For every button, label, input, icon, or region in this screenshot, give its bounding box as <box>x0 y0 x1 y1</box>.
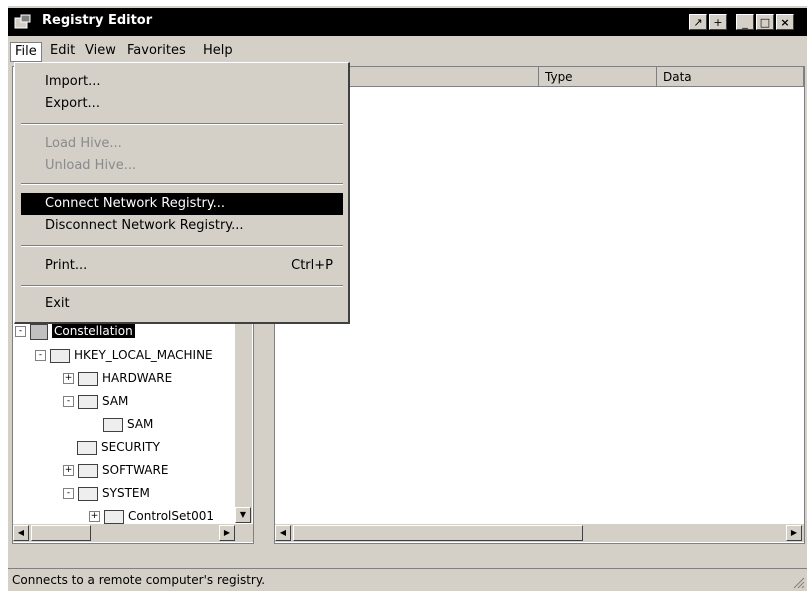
expander-icon[interactable]: - <box>63 488 74 499</box>
folder-icon <box>50 348 70 363</box>
menu-separator <box>21 245 343 247</box>
status-bar: Connects to a remote computer's registry… <box>8 568 807 591</box>
folder-icon <box>104 509 124 524</box>
menu-print-shortcut: Ctrl+P <box>291 258 333 273</box>
folder-icon <box>78 486 98 501</box>
list-horizontal-scrollbar[interactable]: ◀ ▶ <box>275 524 804 542</box>
menu-print[interactable]: Print... Ctrl+P <box>21 255 343 277</box>
menu-file[interactable]: File <box>10 42 42 62</box>
restore-icon-button[interactable]: ↗ <box>689 14 707 30</box>
tree-horizontal-scrollbar[interactable]: ◀ ▶ <box>13 524 253 542</box>
folder-icon <box>78 371 98 386</box>
menu-view[interactable]: View <box>81 42 120 60</box>
menu-favorites[interactable]: Favorites <box>123 42 190 60</box>
tree-node[interactable]: + ControlSet001 <box>89 506 214 526</box>
tree-node-label: SAM <box>127 417 154 431</box>
title-bar[interactable]: Registry Editor ↗ + _ □ × <box>8 8 807 36</box>
maximize-button[interactable]: □ <box>756 14 774 30</box>
scroll-right-icon[interactable]: ▶ <box>786 525 802 541</box>
menu-unload-hive[interactable]: Unload Hive... <box>21 155 343 177</box>
menu-separator <box>21 285 343 287</box>
expander-icon[interactable]: + <box>63 465 74 476</box>
expander-icon[interactable]: + <box>89 511 100 522</box>
expander-icon[interactable]: + <box>63 373 74 384</box>
folder-icon <box>77 440 97 455</box>
tree-node-label: SAM <box>102 394 129 408</box>
close-button[interactable]: × <box>776 14 794 30</box>
menu-import[interactable]: Import... <box>21 71 343 93</box>
tree-node-label: HKEY_LOCAL_MACHINE <box>74 348 213 362</box>
scroll-left-icon[interactable]: ◀ <box>13 525 29 541</box>
menu-separator <box>21 123 343 125</box>
menu-help[interactable]: Help <box>199 42 237 60</box>
menu-load-hive[interactable]: Load Hive... <box>21 133 343 155</box>
scroll-left-icon[interactable]: ◀ <box>275 525 291 541</box>
minimize-button[interactable]: _ <box>736 14 754 30</box>
tree-node-label: SYSTEM <box>102 486 150 500</box>
tree-node-label: HARDWARE <box>102 371 173 385</box>
menu-connect-network-registry[interactable]: Connect Network Registry... <box>21 193 343 215</box>
collapse-icon[interactable]: - <box>15 326 26 337</box>
menu-disconnect-network-registry[interactable]: Disconnect Network Registry... <box>21 215 343 237</box>
menu-exit[interactable]: Exit <box>21 293 343 315</box>
scroll-right-icon[interactable]: ▶ <box>219 525 235 541</box>
tree-node-label: ControlSet001 <box>128 509 214 523</box>
folder-icon <box>78 394 98 409</box>
help-icon-button[interactable]: + <box>709 14 727 30</box>
tree-node-label: SECURITY <box>101 440 160 454</box>
computer-icon <box>30 323 48 340</box>
registry-editor-window: Registry Editor ↗ + _ □ × File Edit View… <box>8 6 807 591</box>
folder-icon <box>103 417 123 432</box>
tree-node-label: SOFTWARE <box>102 463 169 477</box>
resize-grip-icon[interactable] <box>793 577 805 589</box>
column-header-type[interactable]: Type <box>539 67 657 87</box>
tree-node[interactable]: SECURITY <box>77 437 160 457</box>
scroll-down-icon[interactable]: ▼ <box>235 507 251 523</box>
tree-node[interactable]: - SAM <box>63 391 128 411</box>
folder-icon <box>78 463 98 478</box>
scroll-thumb[interactable] <box>31 525 91 541</box>
tree-root-label: Constellation <box>52 324 135 338</box>
menu-export[interactable]: Export... <box>21 93 343 115</box>
tree-node[interactable]: + HARDWARE <box>63 368 172 388</box>
app-icon <box>14 14 32 30</box>
window-title: Registry Editor <box>42 13 153 28</box>
tree-node-root[interactable]: - Constellation <box>15 321 135 341</box>
values-list-pane[interactable]: Type Data ◀ ▶ <box>274 66 805 544</box>
file-menu-dropdown: Import... Export... Load Hive... Unload … <box>14 62 350 324</box>
tree-node[interactable]: - HKEY_LOCAL_MACHINE <box>35 345 213 365</box>
expander-icon[interactable]: - <box>35 350 46 361</box>
column-header-data[interactable]: Data <box>657 67 804 87</box>
scroll-thumb[interactable] <box>293 525 583 541</box>
expander-icon[interactable]: - <box>63 396 74 407</box>
tree-node[interactable]: + SOFTWARE <box>63 460 168 480</box>
tree-node[interactable]: SAM <box>103 414 153 434</box>
tree-node[interactable]: - SYSTEM <box>63 483 150 503</box>
menu-bar: File Edit View Favorites Help <box>8 38 807 62</box>
status-text: Connects to a remote computer's registry… <box>12 573 266 587</box>
menu-edit[interactable]: Edit <box>46 42 79 60</box>
menu-separator <box>21 183 343 185</box>
menu-print-label: Print... <box>45 258 88 273</box>
